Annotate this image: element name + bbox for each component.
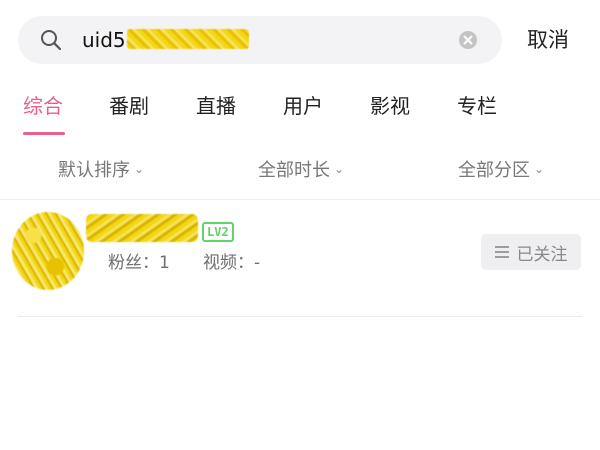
active-tab-indicator (23, 132, 65, 135)
tab-users[interactable]: 用户 (283, 94, 323, 118)
category-filter[interactable]: 全部分区 ⌄ (458, 157, 544, 183)
cancel-button[interactable]: 取消 (527, 26, 569, 54)
redaction-mark (86, 214, 198, 242)
search-input[interactable]: uid5 (82, 28, 126, 52)
tab-articles[interactable]: 专栏 (457, 94, 497, 118)
chevron-down-icon: ⌄ (334, 162, 345, 176)
search-icon (41, 30, 62, 51)
tab-live[interactable]: 直播 (196, 94, 236, 118)
clear-icon[interactable] (458, 30, 478, 50)
sort-filter-label: 默认排序 (58, 160, 130, 181)
follow-button-label: 已关注 (516, 244, 568, 265)
fans-count: 粉丝：1 (108, 253, 170, 273)
row-divider (18, 316, 582, 317)
search-results-page: uid5 取消 综合 番剧 直播 用户 影视 专栏 默认排序 ⌄ 全部时长 ⌄ 全部… (0, 0, 600, 450)
duration-filter[interactable]: 全部时长 ⌄ (258, 157, 344, 183)
level-badge: LV2 (202, 222, 234, 242)
menu-icon (494, 246, 509, 258)
search-bar[interactable]: uid5 (18, 16, 502, 64)
category-filter-label: 全部分区 (458, 160, 530, 181)
tab-anime[interactable]: 番剧 (109, 94, 149, 118)
chevron-down-icon: ⌄ (134, 162, 145, 176)
duration-filter-label: 全部时长 (258, 160, 330, 181)
sort-filter[interactable]: 默认排序 ⌄ (58, 157, 144, 183)
chevron-down-icon: ⌄ (534, 162, 545, 176)
tab-film-tv[interactable]: 影视 (370, 94, 410, 118)
tab-overview[interactable]: 综合 (23, 94, 63, 118)
videos-count: 视频：- (203, 253, 261, 273)
follow-button[interactable]: 已关注 (481, 234, 581, 270)
divider (0, 199, 600, 200)
avatar[interactable] (12, 212, 84, 290)
redaction-mark (127, 29, 249, 49)
